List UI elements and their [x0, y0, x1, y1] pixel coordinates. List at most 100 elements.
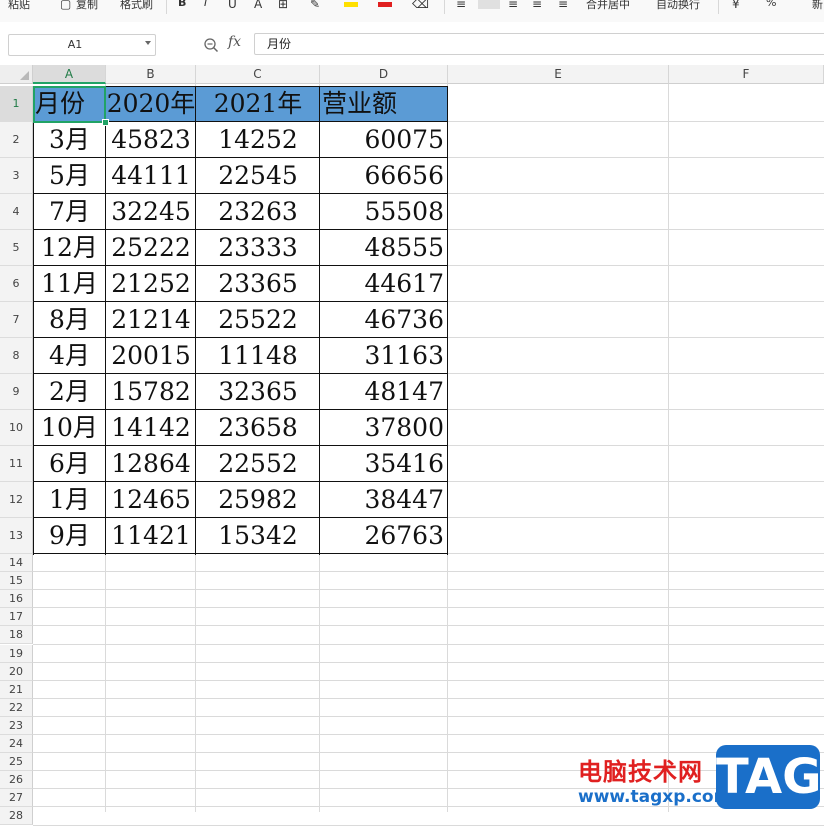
table-cell[interactable]: 10月	[33, 410, 106, 446]
row-header-4[interactable]: 4	[0, 194, 33, 230]
row-header-9[interactable]: 9	[0, 374, 33, 410]
table-cell[interactable]: 32365	[196, 374, 320, 410]
table-cell[interactable]: 4月	[33, 338, 106, 374]
column-header-e[interactable]: E	[448, 65, 669, 84]
table-cell[interactable]: 2月	[33, 374, 106, 410]
table-cell[interactable]: 8月	[33, 302, 106, 338]
format-painter-button[interactable]: 格式刷	[120, 0, 153, 11]
table-cell[interactable]: 32245	[106, 194, 196, 230]
active-cell-selection[interactable]	[33, 86, 106, 123]
table-cell[interactable]: 66656	[320, 158, 448, 194]
table-cell[interactable]: 5月	[33, 158, 106, 194]
row-header-11[interactable]: 11	[0, 446, 33, 482]
eraser-icon[interactable]: ✎	[310, 0, 320, 11]
table-header-cell[interactable]: 2021年	[196, 86, 320, 122]
fx-icon[interactable]: fx	[228, 34, 241, 50]
table-cell[interactable]: 38447	[320, 482, 448, 518]
fill-handle[interactable]	[102, 119, 109, 126]
table-cell[interactable]: 7月	[33, 194, 106, 230]
percent-button[interactable]: %	[766, 0, 776, 10]
select-all-button[interactable]	[0, 65, 33, 84]
table-cell[interactable]: 48555	[320, 230, 448, 266]
row-header-20[interactable]: 20	[0, 662, 33, 681]
table-cell[interactable]: 25982	[196, 482, 320, 518]
currency-icon[interactable]: ¥	[732, 0, 740, 11]
chevron-down-icon[interactable]	[145, 41, 151, 45]
table-cell[interactable]: 55508	[320, 194, 448, 230]
table-cell[interactable]: 21252	[106, 266, 196, 302]
table-cell[interactable]: 25222	[106, 230, 196, 266]
table-cell[interactable]: 14252	[196, 122, 320, 158]
column-header-b[interactable]: B	[106, 65, 196, 84]
table-cell[interactable]: 22552	[196, 446, 320, 482]
align-middle-button[interactable]	[478, 0, 500, 9]
table-cell[interactable]: 11421	[106, 518, 196, 554]
row-header-25[interactable]: 25	[0, 753, 33, 772]
formula-input[interactable]: 月份	[254, 33, 824, 55]
row-header-1[interactable]: 1	[0, 86, 33, 122]
row-header-28[interactable]: 28	[0, 807, 33, 826]
row-header-21[interactable]: 21	[0, 680, 33, 699]
row-header-27[interactable]: 27	[0, 789, 33, 808]
table-cell[interactable]: 46736	[320, 302, 448, 338]
table-header-cell[interactable]: 营业额	[320, 86, 448, 122]
table-cell[interactable]: 44617	[320, 266, 448, 302]
table-cell[interactable]: 26763	[320, 518, 448, 554]
table-cell[interactable]: 35416	[320, 446, 448, 482]
table-cell[interactable]: 12864	[106, 446, 196, 482]
row-header-23[interactable]: 23	[0, 716, 33, 735]
row-header-7[interactable]: 7	[0, 302, 33, 338]
table-cell[interactable]: 11148	[196, 338, 320, 374]
row-header-5[interactable]: 5	[0, 230, 33, 266]
table-cell[interactable]: 60075	[320, 122, 448, 158]
copy-button[interactable]: 复制	[76, 0, 98, 11]
table-cell[interactable]: 22545	[196, 158, 320, 194]
row-header-19[interactable]: 19	[0, 644, 33, 663]
table-cell[interactable]: 6月	[33, 446, 106, 482]
table-cell[interactable]: 23263	[196, 194, 320, 230]
bold-button[interactable]: B	[178, 0, 186, 10]
table-cell[interactable]: 48147	[320, 374, 448, 410]
row-header-22[interactable]: 22	[0, 698, 33, 717]
table-cell[interactable]: 25522	[196, 302, 320, 338]
font-color-button[interactable]	[378, 2, 392, 7]
table-cell[interactable]: 20015	[106, 338, 196, 374]
row-header-12[interactable]: 12	[0, 482, 33, 518]
table-cell[interactable]: 11月	[33, 266, 106, 302]
row-header-17[interactable]: 17	[0, 608, 33, 627]
clear-format-icon[interactable]: ⌫	[412, 0, 429, 11]
wrap-text-button[interactable]: 自动换行	[656, 0, 700, 11]
table-cell[interactable]: 1月	[33, 482, 106, 518]
table-cell[interactable]: 45823	[106, 122, 196, 158]
row-header-2[interactable]: 2	[0, 122, 33, 158]
table-cell[interactable]: 15782	[106, 374, 196, 410]
table-cell[interactable]: 15342	[196, 518, 320, 554]
table-cell[interactable]: 31163	[320, 338, 448, 374]
row-header-3[interactable]: 3	[0, 158, 33, 194]
paste-button[interactable]: 粘贴	[8, 0, 30, 11]
table-cell[interactable]: 14142	[106, 410, 196, 446]
table-cell[interactable]: 44111	[106, 158, 196, 194]
align-left-icon[interactable]: ≡	[532, 0, 542, 11]
row-header-26[interactable]: 26	[0, 771, 33, 790]
table-header-cell[interactable]: 2020年	[106, 86, 196, 122]
column-header-c[interactable]: C	[196, 65, 320, 84]
row-header-13[interactable]: 13	[0, 518, 33, 554]
row-header-8[interactable]: 8	[0, 338, 33, 374]
align-bottom-icon[interactable]: ≡	[508, 0, 518, 11]
column-header-d[interactable]: D	[320, 65, 448, 84]
zoom-icon[interactable]	[203, 37, 219, 53]
table-cell[interactable]: 23658	[196, 410, 320, 446]
row-header-15[interactable]: 15	[0, 572, 33, 591]
fill-color-button[interactable]	[344, 2, 358, 7]
row-header-24[interactable]: 24	[0, 735, 33, 754]
table-cell[interactable]: 37800	[320, 410, 448, 446]
column-header-f[interactable]: F	[669, 65, 824, 84]
row-header-18[interactable]: 18	[0, 626, 33, 645]
name-box[interactable]: A1	[8, 34, 156, 56]
border-icon[interactable]: ⊞	[278, 0, 288, 11]
align-top-icon[interactable]: ≡	[456, 0, 466, 11]
new-button[interactable]: 新	[812, 0, 823, 11]
align-center-icon[interactable]: ≡	[558, 0, 568, 11]
table-cell[interactable]: 12月	[33, 230, 106, 266]
